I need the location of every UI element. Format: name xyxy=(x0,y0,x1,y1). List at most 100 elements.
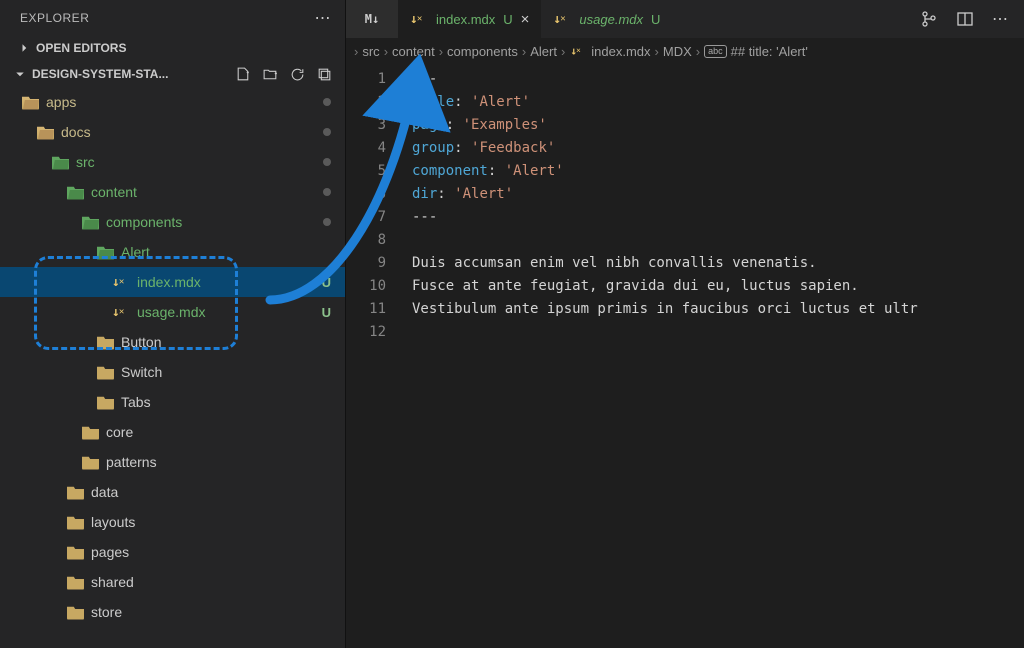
explorer-header: EXPLORER ⋯ xyxy=(0,0,345,35)
breadcrumb-item[interactable]: components xyxy=(447,44,518,59)
tab-filename: index.mdx xyxy=(436,12,495,27)
breadcrumb-item[interactable]: MDX xyxy=(663,44,692,59)
editor-actions: ⋯ xyxy=(904,0,1024,38)
folder-row[interactable]: data xyxy=(0,477,345,507)
tree-item-label: usage.mdx xyxy=(137,304,315,320)
project-section[interactable]: DESIGN-SYSTEM-STA... xyxy=(0,61,345,87)
modified-dot-icon xyxy=(323,128,331,136)
breadcrumb-item[interactable]: content xyxy=(392,44,435,59)
file-tree[interactable]: appsdocssrccontentcomponentsAlertindex.m… xyxy=(0,87,345,648)
explorer-title: EXPLORER xyxy=(20,11,89,25)
new-folder-icon[interactable] xyxy=(262,66,279,83)
tree-item-label: shared xyxy=(91,574,331,590)
new-file-icon[interactable] xyxy=(235,66,252,83)
folder-row[interactable]: patterns xyxy=(0,447,345,477)
tree-item-label: Tabs xyxy=(121,394,331,410)
folder-open-icon xyxy=(52,155,69,170)
tab-filename: usage.mdx xyxy=(579,12,643,27)
folder-icon xyxy=(97,395,114,410)
folder-row[interactable]: Tabs xyxy=(0,387,345,417)
folder-row[interactable]: content xyxy=(0,177,345,207)
folder-icon xyxy=(67,545,84,560)
folder-icon xyxy=(67,485,84,500)
folder-open-icon xyxy=(67,185,84,200)
explorer-more-icon[interactable]: ⋯ xyxy=(315,8,332,28)
compare-changes-icon[interactable] xyxy=(920,10,938,28)
editor-tab[interactable]: index.mdx U × xyxy=(398,0,541,38)
refresh-icon[interactable] xyxy=(289,66,306,83)
folder-row[interactable]: components xyxy=(0,207,345,237)
split-editor-icon[interactable] xyxy=(956,10,974,28)
git-status-badge: U xyxy=(651,12,660,27)
git-status-badge: U xyxy=(322,275,331,290)
tree-item-label: apps xyxy=(46,94,316,110)
breadcrumb-item[interactable]: src xyxy=(362,44,379,59)
tree-item-label: data xyxy=(91,484,331,500)
mdx-file-icon xyxy=(571,45,586,57)
folder-icon xyxy=(97,365,114,380)
modified-dot-icon xyxy=(323,188,331,196)
file-row[interactable]: index.mdx U xyxy=(0,267,345,297)
breadcrumb[interactable]: ›src › content › components › Alert › in… xyxy=(346,38,1024,64)
folder-icon xyxy=(82,425,99,440)
folder-open-icon xyxy=(22,95,39,110)
folder-open-icon xyxy=(82,215,99,230)
mdx-file-icon xyxy=(410,12,428,26)
folder-icon xyxy=(82,455,99,470)
folder-row[interactable]: Alert xyxy=(0,237,345,267)
chevron-right-icon xyxy=(18,42,30,54)
mdx-file-icon xyxy=(553,12,571,26)
folder-icon xyxy=(67,605,84,620)
modified-dot-icon xyxy=(323,158,331,166)
project-name: DESIGN-SYSTEM-STA... xyxy=(32,67,168,81)
folder-icon xyxy=(67,575,84,590)
open-editors-label: OPEN EDITORS xyxy=(36,41,126,55)
symbol-string-icon: abc xyxy=(704,45,727,58)
editor-pane: M↓ index.mdx U × usage.mdx U ⋯ ›src › conten… xyxy=(346,0,1024,648)
folder-row[interactable]: Button xyxy=(0,327,345,357)
folder-row[interactable]: shared xyxy=(0,567,345,597)
git-status-badge: U xyxy=(503,12,512,27)
open-editors-section[interactable]: OPEN EDITORS xyxy=(0,35,345,61)
breadcrumb-item[interactable]: index.mdx xyxy=(591,44,650,59)
folder-row[interactable]: docs xyxy=(0,117,345,147)
tree-item-label: Switch xyxy=(121,364,331,380)
markdown-preview-button[interactable]: M↓ xyxy=(346,0,398,38)
folder-icon xyxy=(97,335,114,350)
code-editor[interactable]: 123456789101112 ---title: 'Alert'page: '… xyxy=(346,64,1024,648)
folder-open-icon xyxy=(37,125,54,140)
tree-item-label: layouts xyxy=(91,514,331,530)
collapse-all-icon[interactable] xyxy=(316,66,333,83)
git-status-badge: U xyxy=(322,305,331,320)
breadcrumb-item[interactable]: Alert xyxy=(530,44,557,59)
project-actions xyxy=(235,66,333,83)
tree-item-label: patterns xyxy=(106,454,331,470)
tree-item-label: core xyxy=(106,424,331,440)
tab-bar: M↓ index.mdx U × usage.mdx U ⋯ xyxy=(346,0,1024,38)
editor-tab[interactable]: usage.mdx U xyxy=(541,0,672,38)
folder-row[interactable]: src xyxy=(0,147,345,177)
folder-row[interactable]: layouts xyxy=(0,507,345,537)
mdx-file-icon xyxy=(112,275,130,289)
tree-item-label: pages xyxy=(91,544,331,560)
code-content[interactable]: ---title: 'Alert'page: 'Examples'group: … xyxy=(404,64,1024,648)
folder-icon xyxy=(67,515,84,530)
folder-open-icon xyxy=(97,245,114,260)
modified-dot-icon xyxy=(323,98,331,106)
folder-row[interactable]: apps xyxy=(0,87,345,117)
tree-item-label: docs xyxy=(61,124,316,140)
editor-more-icon[interactable]: ⋯ xyxy=(992,9,1008,29)
chevron-down-icon xyxy=(14,68,26,80)
breadcrumb-item[interactable]: ## title: 'Alert' xyxy=(731,44,808,59)
file-row[interactable]: usage.mdx U xyxy=(0,297,345,327)
close-tab-icon[interactable]: × xyxy=(521,11,530,28)
folder-row[interactable]: store xyxy=(0,597,345,627)
folder-row[interactable]: Switch xyxy=(0,357,345,387)
tree-item-label: components xyxy=(106,214,316,230)
folder-row[interactable]: core xyxy=(0,417,345,447)
tree-item-label: Button xyxy=(121,334,331,350)
tree-item-label: index.mdx xyxy=(137,274,315,290)
explorer-sidebar: EXPLORER ⋯ OPEN EDITORS DESIGN-SYSTEM-ST… xyxy=(0,0,346,648)
tree-item-label: store xyxy=(91,604,331,620)
folder-row[interactable]: pages xyxy=(0,537,345,567)
